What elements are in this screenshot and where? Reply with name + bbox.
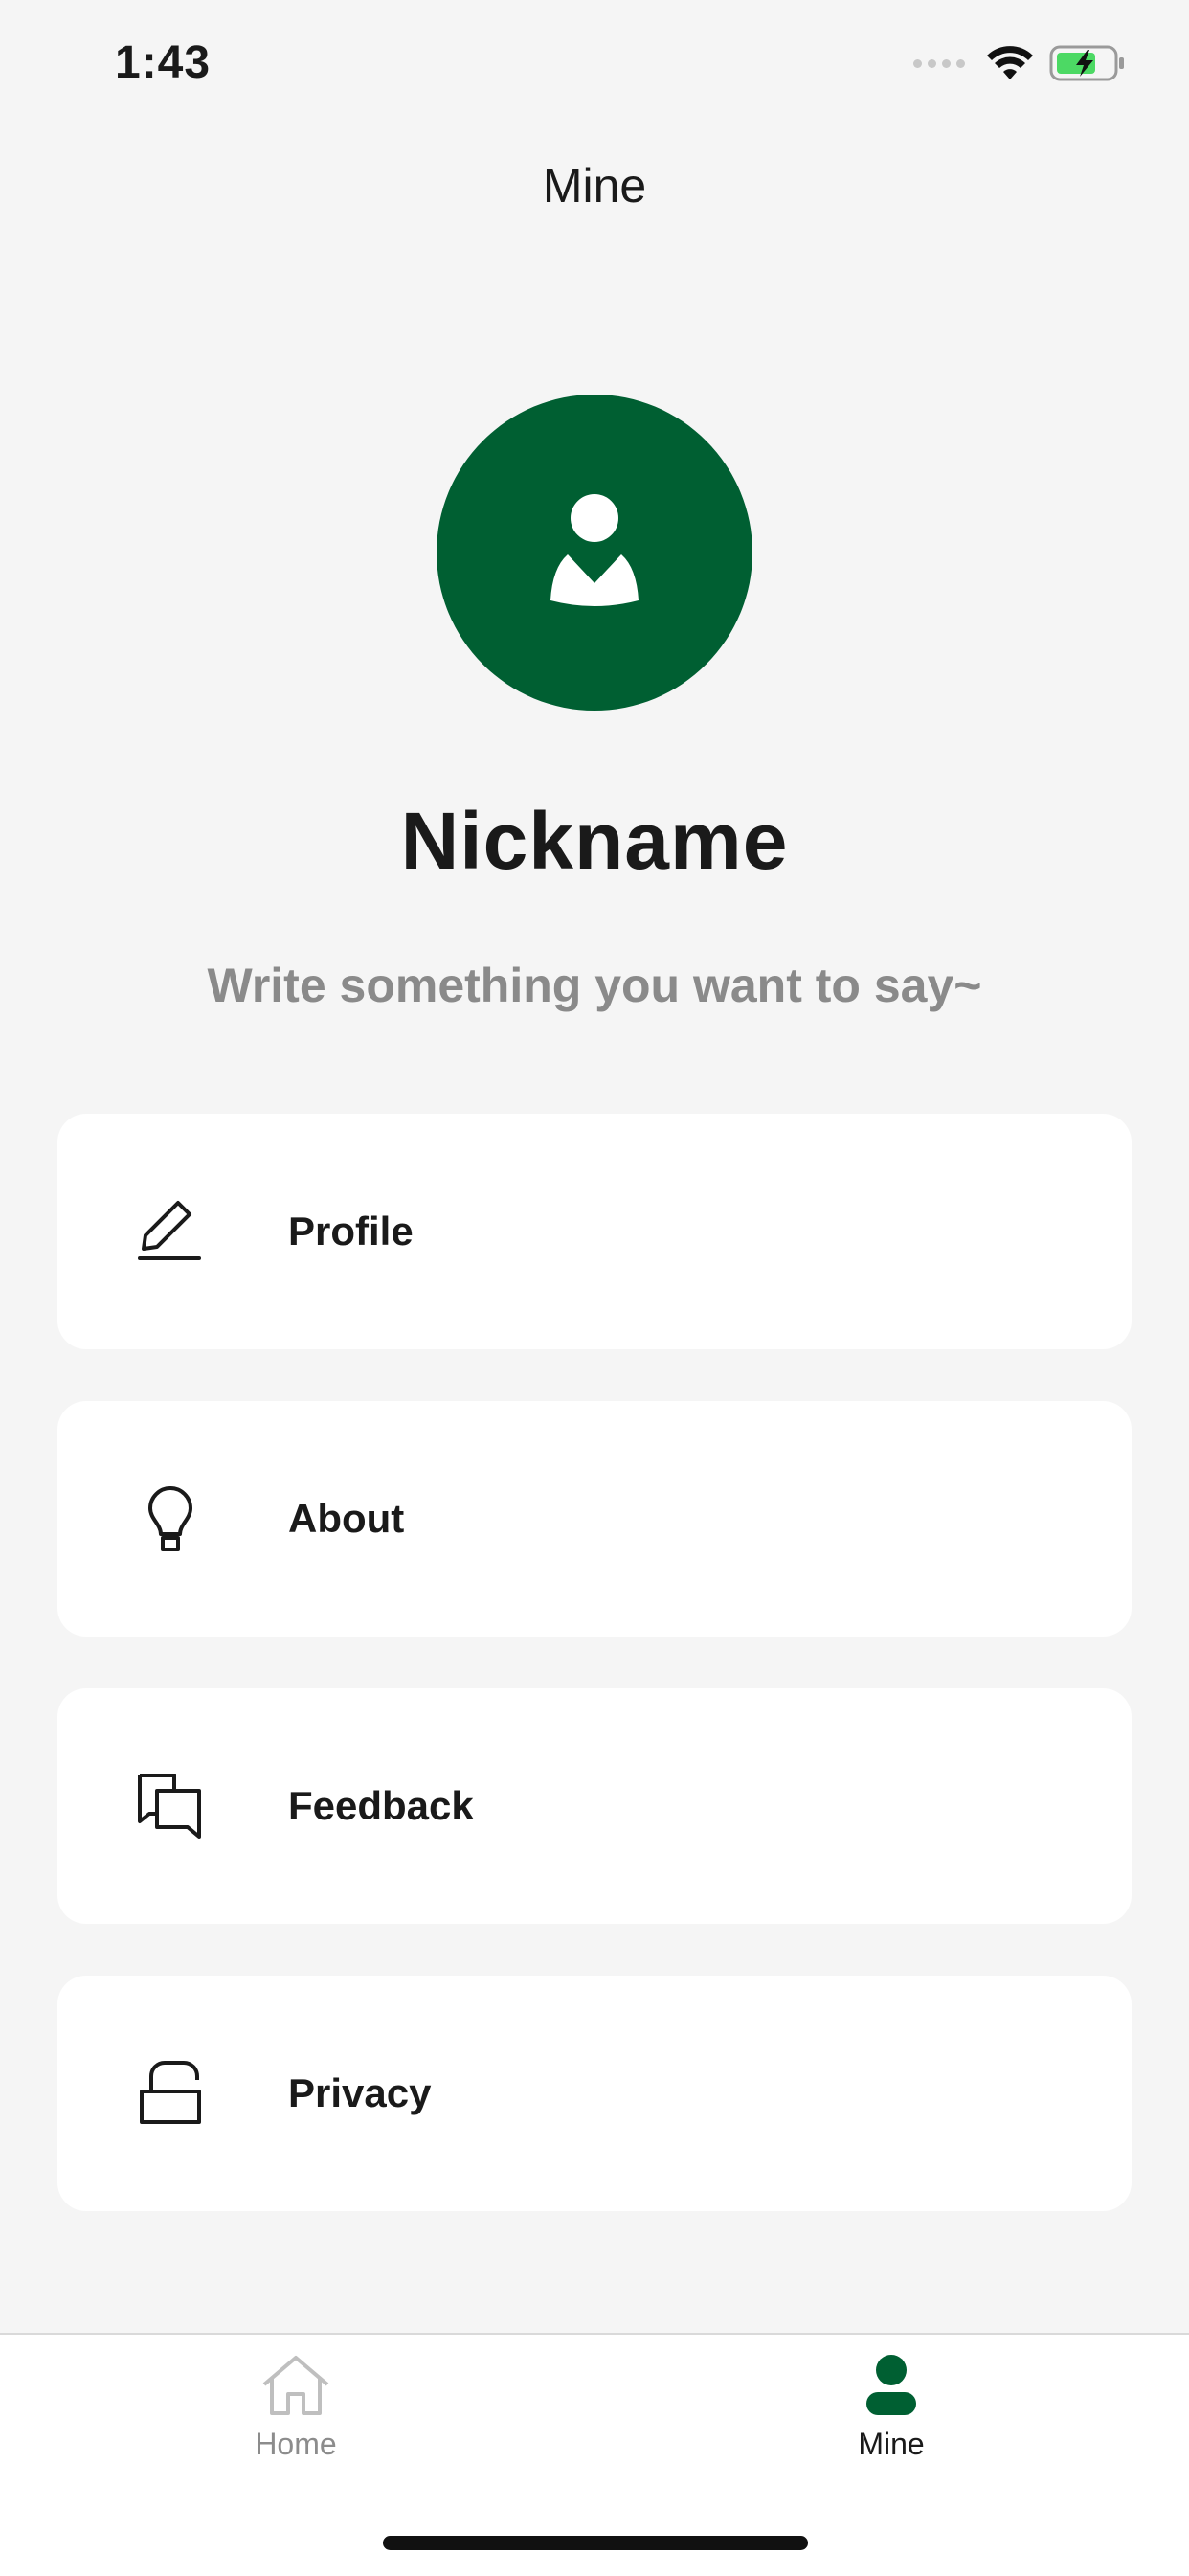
signal-dots-icon — [913, 58, 965, 68]
pencil-edit-icon — [136, 1197, 205, 1266]
status-icons — [913, 44, 1126, 82]
menu-item-privacy[interactable]: Privacy — [57, 1976, 1132, 2211]
unlocked-padlock-icon — [136, 2059, 205, 2128]
wifi-icon — [987, 46, 1033, 79]
menu-label-about: About — [288, 1496, 405, 1541]
home-indicator — [383, 2536, 808, 2550]
tab-home-label: Home — [255, 2427, 337, 2461]
bio-text[interactable]: Write something you want to say~ — [0, 958, 1189, 1013]
menu-label-privacy: Privacy — [288, 2070, 432, 2115]
lightbulb-icon — [136, 1484, 205, 1553]
tab-home[interactable]: Home — [152, 2354, 439, 2497]
menu-item-feedback[interactable]: Feedback — [57, 1688, 1132, 1924]
settings-menu: Profile About Feedback Privacy — [57, 1114, 1132, 2263]
chat-bubbles-icon — [136, 1772, 205, 1841]
tab-mine[interactable]: Mine — [748, 2354, 1035, 2497]
menu-item-profile[interactable]: Profile — [57, 1114, 1132, 1349]
avatar[interactable] — [437, 395, 752, 711]
person-icon — [866, 2355, 916, 2415]
page-title: Mine — [542, 159, 647, 213]
menu-item-about[interactable]: About — [57, 1401, 1132, 1637]
menu-label-feedback: Feedback — [288, 1783, 474, 1828]
menu-label-profile: Profile — [288, 1209, 414, 1254]
nickname[interactable]: Nickname — [0, 795, 1189, 888]
tab-mine-label: Mine — [858, 2427, 925, 2461]
battery-charging-icon — [1049, 45, 1124, 81]
status-bar: 1:43 — [0, 0, 1189, 134]
user-avatar-icon — [550, 494, 639, 606]
status-time: 1:43 — [115, 37, 212, 88]
home-icon — [262, 2356, 329, 2415]
